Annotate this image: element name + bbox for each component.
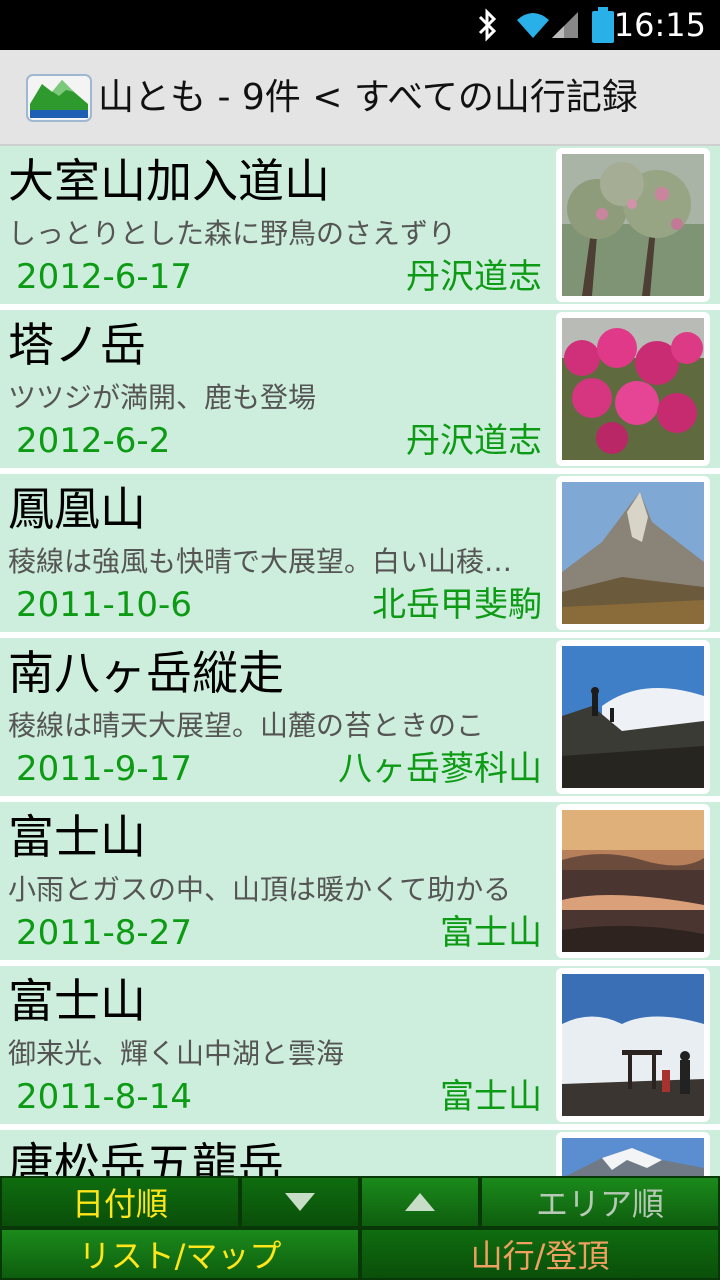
record-date: 2011-10-6 xyxy=(16,585,192,625)
sort-by-area-button[interactable]: エリア順 xyxy=(480,1176,720,1228)
status-bar: 16:15 xyxy=(0,0,720,50)
list-item[interactable]: 唐松岳五龍岳 xyxy=(0,1130,720,1176)
record-date: 2012-6-17 xyxy=(16,257,192,297)
record-thumbnail[interactable] xyxy=(556,476,710,630)
record-description: 御来光、輝く山中湖と雲海 xyxy=(8,1037,345,1070)
record-date: 2011-9-17 xyxy=(16,749,192,789)
sunset-clouds-photo xyxy=(562,810,704,952)
record-area: 富士山 xyxy=(440,1077,542,1117)
record-date: 2011-8-14 xyxy=(16,1077,192,1117)
wifi-icon xyxy=(517,13,549,38)
record-date: 2011-8-27 xyxy=(16,913,192,953)
list-item[interactable]: 塔ノ岳 ツツジが満開、鹿も登場 2012-6-2 丹沢道志 xyxy=(0,310,720,468)
title-bar: 山とも - 9件 < すべての山行記録 xyxy=(0,50,720,146)
snowy-mountain-photo xyxy=(562,1138,704,1176)
record-thumbnail[interactable] xyxy=(556,640,710,794)
battery-icon xyxy=(592,7,614,43)
list-map-toggle-button[interactable]: リスト/マップ xyxy=(0,1228,360,1280)
record-area: 富士山 xyxy=(440,913,542,953)
signal-icon xyxy=(552,12,578,38)
bluetooth-icon xyxy=(478,8,497,42)
record-thumbnail[interactable] xyxy=(556,312,710,466)
summit-torii-photo xyxy=(562,974,704,1116)
record-description: 稜線は晴天大展望。山麓の苔ときのこ xyxy=(8,709,485,742)
sort-descending-button[interactable] xyxy=(240,1176,360,1228)
record-area: 丹沢道志 xyxy=(406,421,542,461)
record-list[interactable]: 大室山加入道山 しっとりとした森に野鳥のさえずり 2012-6-17 丹沢道志 … xyxy=(0,146,720,1176)
sort-by-date-button[interactable]: 日付順 xyxy=(0,1176,240,1228)
triangle-down-icon xyxy=(285,1193,315,1211)
clock: 16:15 xyxy=(613,6,706,44)
list-item[interactable]: 南八ヶ岳縦走 稜線は晴天大展望。山麓の苔ときのこ 2011-9-17 八ヶ岳蓼科… xyxy=(0,638,720,796)
record-area: 丹沢道志 xyxy=(406,257,542,297)
ridge-hikers-photo xyxy=(562,646,704,788)
record-description: ツツジが満開、鹿も登場 xyxy=(8,381,317,414)
mountain-icon[interactable] xyxy=(26,74,92,122)
list-item[interactable]: 大室山加入道山 しっとりとした森に野鳥のさえずり 2012-6-17 丹沢道志 xyxy=(0,146,720,304)
record-name: 唐松岳五龍岳 xyxy=(8,1138,284,1176)
record-name: 南八ヶ岳縦走 xyxy=(8,646,284,700)
record-description: しっとりとした森に野鳥のさえずり xyxy=(8,217,457,250)
record-name: 大室山加入道山 xyxy=(8,154,330,208)
record-date: 2012-6-2 xyxy=(16,421,171,461)
record-thumbnail[interactable] xyxy=(556,804,710,958)
forest-photo xyxy=(562,154,704,296)
sort-ascending-button[interactable] xyxy=(360,1176,480,1228)
record-description: 稜線は強風も快晴で大展望。白い山稜… xyxy=(8,545,513,578)
trip-summit-toggle-button[interactable]: 山行/登頂 xyxy=(360,1228,720,1280)
list-item[interactable]: 富士山 御来光、輝く山中湖と雲海 2011-8-14 富士山 xyxy=(0,966,720,1124)
record-name: 富士山 xyxy=(8,974,146,1028)
azalea-photo xyxy=(562,318,704,460)
record-thumbnail[interactable] xyxy=(556,968,710,1122)
record-name: 富士山 xyxy=(8,810,146,864)
record-description: 小雨とガスの中、山頂は暖かくて助かる xyxy=(8,873,512,906)
triangle-up-icon xyxy=(405,1193,435,1211)
record-thumbnail[interactable] xyxy=(556,1132,710,1176)
record-name: 塔ノ岳 xyxy=(8,318,146,372)
page-title: 山とも - 9件 < すべての山行記録 xyxy=(98,77,638,118)
list-item[interactable]: 富士山 小雨とガスの中、山頂は暖かくて助かる 2011-8-27 富士山 xyxy=(0,802,720,960)
bottom-toolbar: 日付順 エリア順 リスト/マップ 山行/登頂 xyxy=(0,1176,720,1280)
record-name: 鳳凰山 xyxy=(8,482,146,536)
record-area: 北岳甲斐駒 xyxy=(372,585,542,625)
peak-photo xyxy=(562,482,704,624)
record-area: 八ヶ岳蓼科山 xyxy=(338,749,542,789)
record-thumbnail[interactable] xyxy=(556,148,710,302)
list-item[interactable]: 鳳凰山 稜線は強風も快晴で大展望。白い山稜… 2011-10-6 北岳甲斐駒 xyxy=(0,474,720,632)
